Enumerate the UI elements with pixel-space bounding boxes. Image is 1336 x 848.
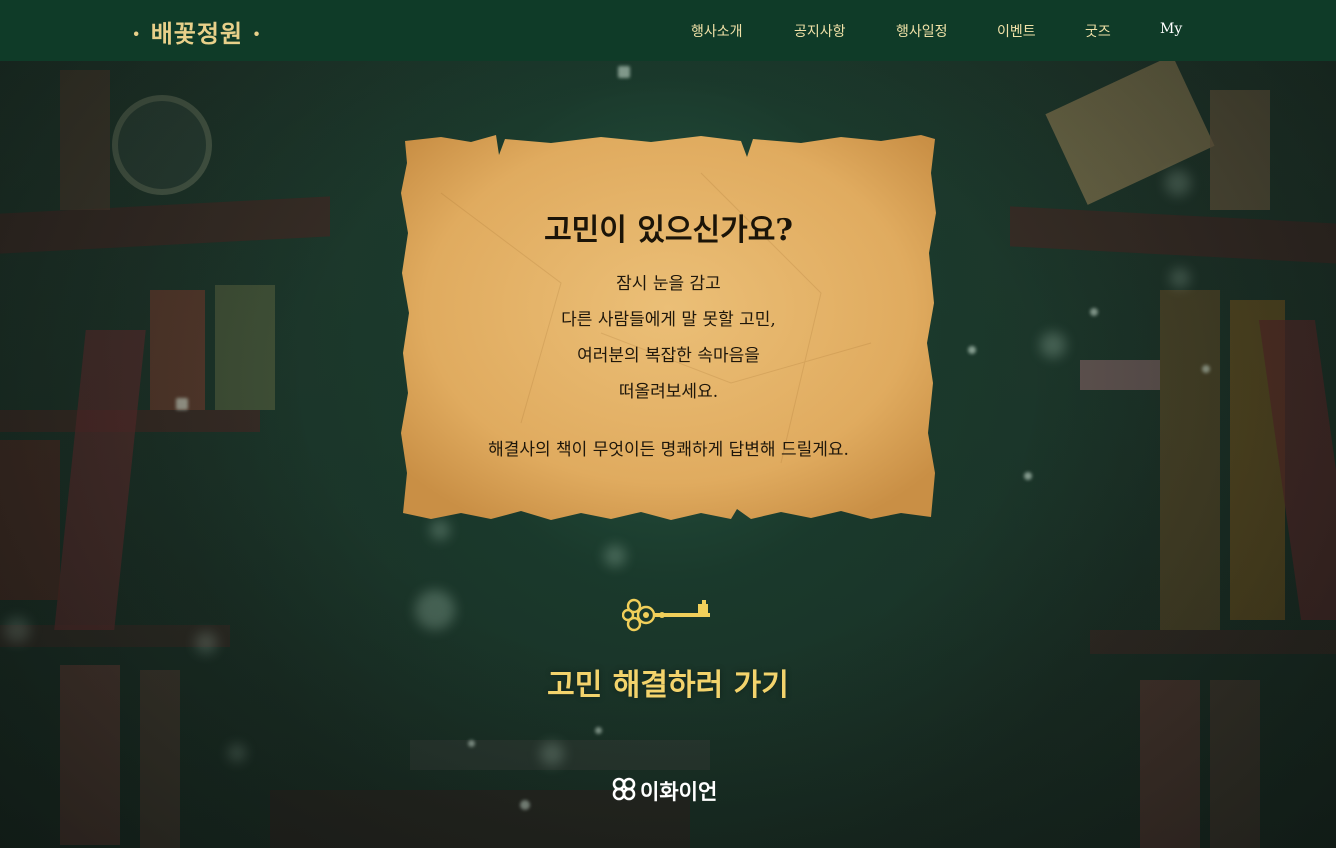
nav-item-about[interactable]: 행사소개 [691,21,743,41]
parchment-line: 여러분의 복잡한 속마음을 [577,346,760,366]
parchment-closing: 해결사의 책이 무엇이든 명쾌하게 답변해 드릴게요. [488,440,849,460]
solve-worries-button[interactable]: 고민 해결하러 가기 [468,660,868,704]
parchment-line: 다른 사람들에게 말 못할 고민, [561,310,776,330]
parchment-line: 잠시 눈을 감고 [616,274,721,294]
parchment-title: 고민이 있으신가요? [544,213,793,248]
nav-item-my[interactable]: My [1160,21,1182,37]
parchment-card: 고민이 있으신가요? 잠시 눈을 감고 다른 사람들에게 말 못할 고민, 여러… [401,133,936,521]
footer-brand-name: 이화이언 [640,780,718,804]
parchment-line: 떠올려보세요. [618,382,719,402]
nav-item-goods[interactable]: 굿즈 [1085,21,1111,41]
main-nav: 행사소개 공지사항 행사일정 이벤트 굿즈 My [0,21,1336,41]
top-navigation-bar: · 배꽃정원 · 행사소개 공지사항 행사일정 이벤트 굿즈 My [0,0,1336,61]
nav-item-notice[interactable]: 공지사항 [794,21,846,41]
nav-item-schedule[interactable]: 행사일정 [896,21,948,41]
pear-blossom-icon [612,777,636,801]
nav-item-event[interactable]: 이벤트 [997,21,1036,41]
key-icon [621,594,714,640]
